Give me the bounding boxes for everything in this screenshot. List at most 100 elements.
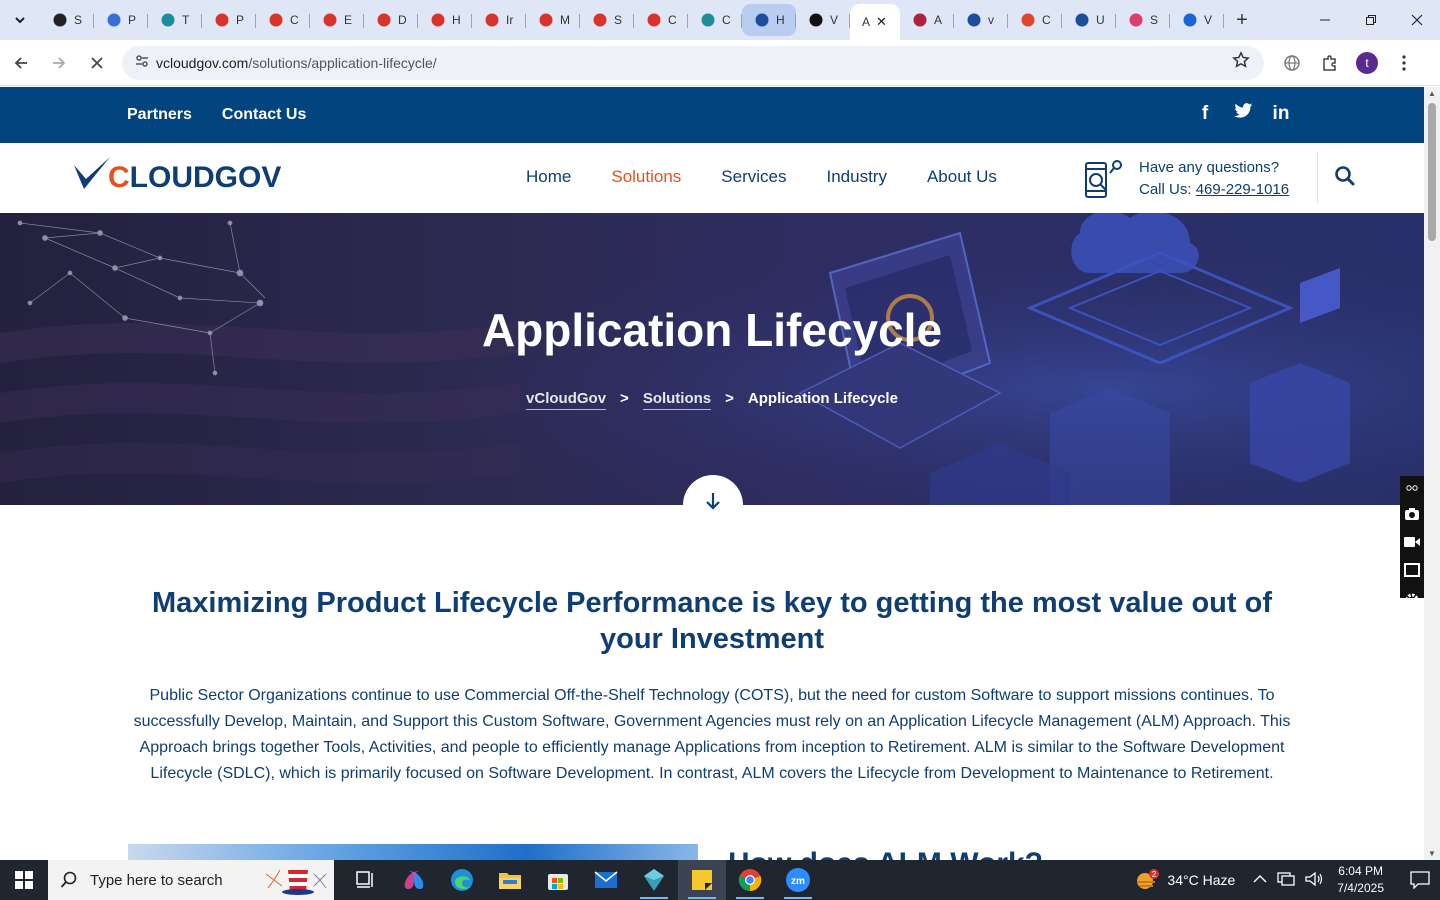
close-window-icon[interactable]	[1394, 0, 1440, 40]
microsoft-store-icon[interactable]	[534, 860, 582, 900]
browser-tab[interactable]: C	[1008, 4, 1062, 36]
site-search-icon[interactable]	[1334, 165, 1358, 189]
browser-tab[interactable]: S	[40, 4, 94, 36]
weather-widget[interactable]: 2 34°C Haze	[1135, 869, 1235, 891]
browser-tab[interactable]: A ✕	[850, 4, 900, 40]
clock-date: 7/4/2025	[1337, 881, 1384, 895]
browser-tab[interactable]: Ir	[472, 4, 526, 36]
browser-tab[interactable]: T	[148, 4, 202, 36]
hero-background-art	[0, 213, 1424, 505]
tab-title: P	[236, 13, 245, 27]
browser-tab[interactable]: H	[742, 4, 796, 36]
browser-tab[interactable]: C	[688, 4, 742, 36]
tab-search-chevron-icon[interactable]	[6, 6, 34, 34]
sticky-notes-icon[interactable]	[678, 860, 726, 900]
browser-tab[interactable]: C	[256, 4, 310, 36]
browser-tab[interactable]: P	[94, 4, 148, 36]
nav-services[interactable]: Services	[721, 167, 786, 187]
scrollbar-thumb[interactable]	[1428, 103, 1436, 241]
tab-title: C	[722, 13, 731, 27]
taskbar-clock[interactable]: 6:04 PM 7/4/2025	[1337, 863, 1384, 897]
forward-button[interactable]	[42, 46, 76, 80]
topbar-link-contact[interactable]: Contact Us	[222, 106, 306, 124]
browser-tab[interactable]: V	[796, 4, 850, 36]
tab-title: P	[128, 13, 137, 27]
task-view-icon[interactable]	[342, 860, 390, 900]
window-controls	[1302, 0, 1440, 40]
url-host: vcloudgov.com	[156, 54, 249, 71]
browser-tab[interactable]: U	[1062, 4, 1116, 36]
camera-icon[interactable]	[1404, 507, 1420, 524]
linkedin-icon[interactable]: in	[1271, 103, 1291, 125]
link-icon[interactable]	[1406, 480, 1418, 495]
file-explorer-icon[interactable]	[486, 860, 534, 900]
browser-tab[interactable]: E	[310, 4, 364, 36]
diamond-app-icon[interactable]	[630, 860, 678, 900]
breadcrumb-solutions[interactable]: Solutions	[642, 390, 712, 410]
site-info-icon[interactable]	[134, 53, 156, 72]
contact-phone-link[interactable]: 469-229-1016	[1196, 181, 1289, 198]
tab-favicon-icon	[1182, 12, 1198, 28]
translate-icon[interactable]	[1280, 51, 1304, 75]
top-utility-bar: Partners Contact Us f in	[0, 87, 1424, 143]
browser-tab[interactable]: D	[364, 4, 418, 36]
nav-home[interactable]: Home	[526, 167, 571, 187]
scroll-down-arrow-icon[interactable]: ▼	[1428, 849, 1436, 858]
back-button[interactable]	[4, 46, 38, 80]
window-capture-icon[interactable]	[1404, 563, 1420, 580]
alm-diagram-image	[128, 844, 698, 860]
nav-about-us[interactable]: About Us	[927, 167, 997, 187]
tab-favicon-icon	[106, 12, 122, 28]
browser-tab[interactable]: M	[526, 4, 580, 36]
tray-icons	[1253, 871, 1323, 889]
profile-avatar[interactable]: t	[1356, 51, 1378, 74]
browser-tab[interactable]: C	[634, 4, 688, 36]
browser-tab[interactable]: v	[954, 4, 1008, 36]
scroll-down-button[interactable]	[683, 475, 743, 535]
url-text: vcloudgov.com/solutions/application-life…	[156, 55, 437, 71]
scroll-up-arrow-icon[interactable]: ▲	[1428, 89, 1436, 98]
social-links: f in	[1195, 103, 1291, 125]
notifications-icon[interactable]	[1400, 871, 1440, 889]
browser-tab[interactable]: A	[900, 4, 954, 36]
zoom-icon[interactable]: zm	[774, 860, 822, 900]
new-tab-button[interactable]: +	[1228, 6, 1256, 34]
settings-gear-icon[interactable]	[1404, 592, 1420, 611]
taskbar-search-box[interactable]: Type here to search	[48, 860, 334, 900]
browser-tab[interactable]: V	[1170, 4, 1224, 36]
twitter-icon[interactable]	[1233, 103, 1253, 125]
page-scrollbar[interactable]: ▲ ▼	[1424, 87, 1440, 860]
bookmark-star-icon[interactable]	[1232, 51, 1250, 74]
chrome-icon[interactable]	[726, 860, 774, 900]
browser-tab[interactable]: S	[1116, 4, 1170, 36]
browser-tab[interactable]: H	[418, 4, 472, 36]
stop-loading-button[interactable]	[80, 46, 114, 80]
video-icon[interactable]	[1404, 536, 1420, 551]
menu-kebab-icon[interactable]	[1392, 51, 1416, 75]
vcloudgov-logo[interactable]: CLOUDGOV	[72, 155, 281, 193]
nav-solutions[interactable]: Solutions	[611, 167, 681, 187]
volume-icon[interactable]	[1305, 871, 1323, 889]
facebook-icon[interactable]: f	[1195, 103, 1215, 125]
network-icon[interactable]	[1277, 871, 1295, 889]
tab-favicon-icon	[808, 12, 824, 28]
tab-title: E	[344, 13, 353, 27]
close-tab-icon[interactable]: ✕	[876, 14, 887, 30]
minimize-icon[interactable]	[1302, 0, 1348, 40]
show-hidden-icons-chevron-icon[interactable]	[1253, 872, 1267, 889]
copilot-icon[interactable]	[390, 860, 438, 900]
haze-weather-icon: 2	[1137, 869, 1160, 889]
topbar-link-partners[interactable]: Partners	[127, 106, 192, 124]
restore-icon[interactable]	[1348, 0, 1394, 40]
breadcrumb-home[interactable]: vCloudGov	[526, 390, 607, 410]
tab-favicon-icon	[160, 12, 176, 28]
browser-tab[interactable]: S	[580, 4, 634, 36]
mail-icon[interactable]	[582, 860, 630, 900]
nav-industry[interactable]: Industry	[826, 167, 886, 187]
browser-tab[interactable]: P	[202, 4, 256, 36]
edge-browser-icon[interactable]	[438, 860, 486, 900]
page-viewport: Partners Contact Us f in CLOUDGOV Home S…	[0, 87, 1424, 860]
extensions-puzzle-icon[interactable]	[1318, 51, 1342, 75]
address-bar[interactable]: vcloudgov.com/solutions/application-life…	[122, 45, 1264, 80]
windows-start-icon[interactable]	[0, 860, 48, 900]
